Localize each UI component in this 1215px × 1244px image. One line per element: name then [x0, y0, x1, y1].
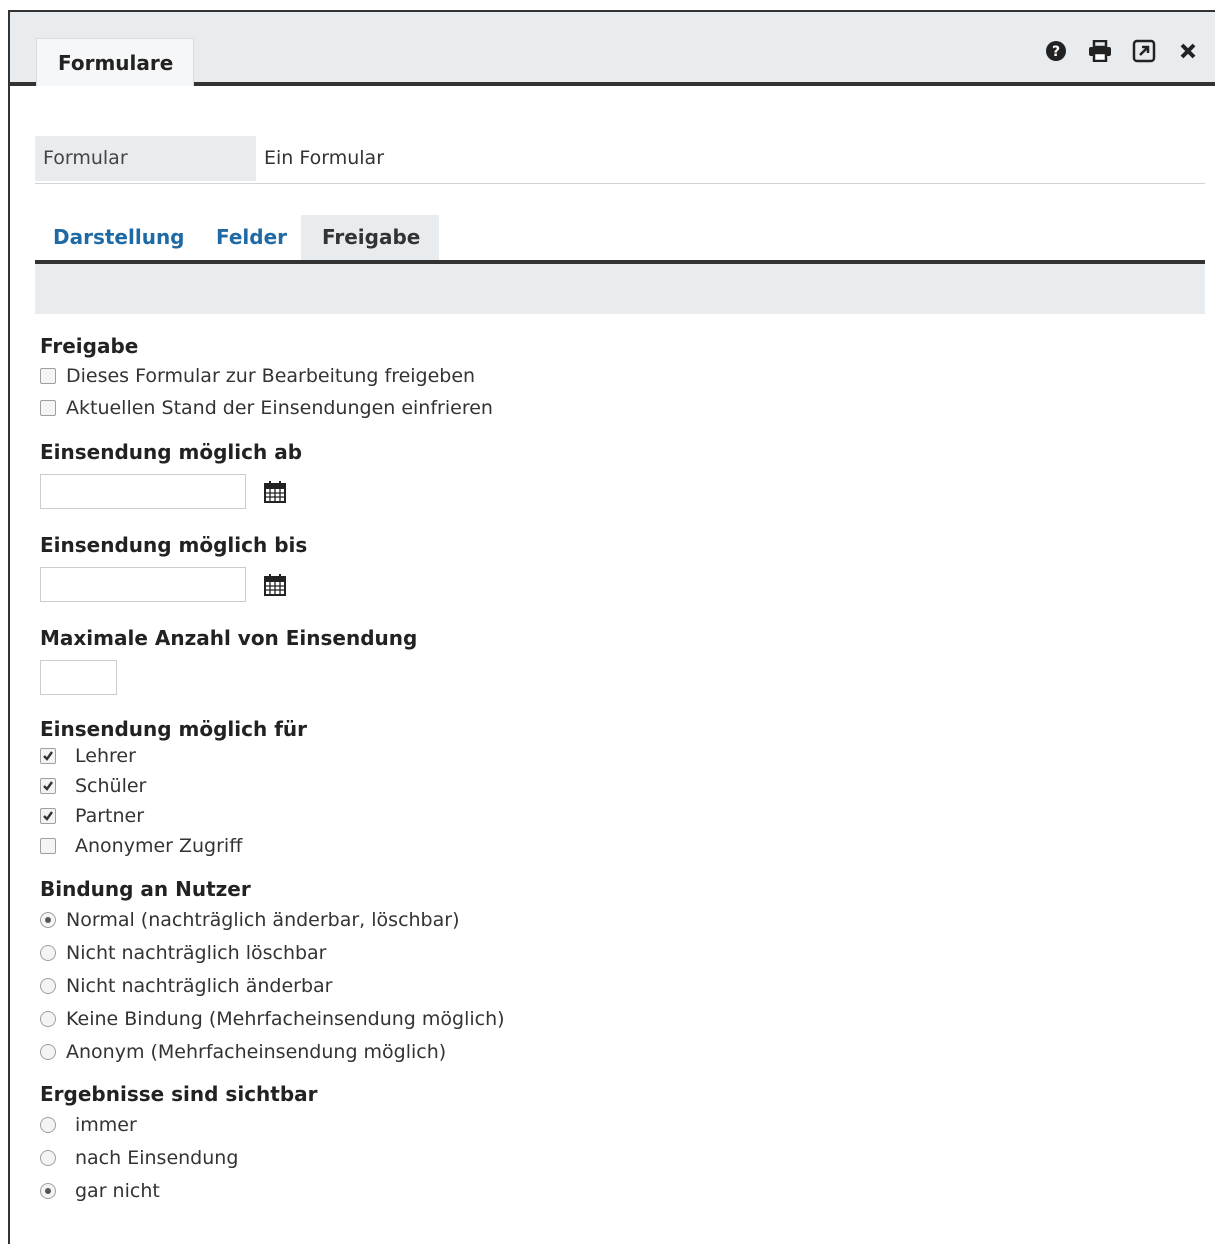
print-icon[interactable] — [1085, 38, 1115, 64]
option-label: Normal (nachträglich änderbar, löschbar) — [66, 908, 460, 931]
section-freigabe: Freigabe Dieses Formular zur Bearbeitung… — [35, 334, 1205, 424]
window-actions: ? — [1041, 38, 1203, 64]
tab-freigabe[interactable]: Freigabe — [301, 215, 439, 260]
option-label: Schüler — [75, 775, 147, 797]
binding-none-radio[interactable] — [40, 1010, 56, 1027]
form-content: Formular Ein Formular Darstellung Felder… — [35, 136, 1205, 1207]
option-results-after-submission[interactable]: nach Einsendung — [40, 1141, 1205, 1174]
lehrer-checkbox[interactable] — [40, 748, 56, 764]
formulare-window: Formulare ? Formular Ein Formular Darste… — [8, 10, 1215, 1244]
tab-darstellung[interactable]: Darstellung — [53, 215, 185, 260]
option-schueler[interactable]: Schüler — [40, 771, 1205, 801]
section-title-audience: Einsendung möglich für — [40, 717, 308, 741]
help-icon[interactable]: ? — [1041, 38, 1071, 64]
until-date-input[interactable] — [40, 567, 246, 602]
form-name-value: Ein Formular — [264, 147, 385, 169]
checkmark-icon — [43, 781, 53, 791]
binding-anonymous-radio[interactable] — [40, 1043, 56, 1060]
option-label: nach Einsendung — [75, 1146, 239, 1169]
option-label: Aktuellen Stand der Einsendungen einfrie… — [66, 397, 493, 419]
section-audience: Einsendung möglich für Lehrer Schüler Pa… — [35, 717, 1205, 861]
section-from: Einsendung möglich ab — [35, 440, 1205, 509]
section-title-binding: Bindung an Nutzer — [40, 877, 251, 901]
schueler-checkbox[interactable] — [40, 778, 56, 794]
from-date-row — [40, 474, 1205, 509]
from-date-input[interactable] — [40, 474, 246, 509]
option-label: Keine Bindung (Mehrfacheinsendung möglic… — [66, 1007, 505, 1030]
release-checkbox[interactable] — [40, 368, 56, 384]
results-after-submission-radio[interactable] — [40, 1149, 56, 1166]
option-label: immer — [75, 1113, 137, 1136]
option-label: Partner — [75, 805, 145, 827]
option-lehrer[interactable]: Lehrer — [40, 741, 1205, 771]
option-binding-not-deletable[interactable]: Nicht nachträglich löschbar — [40, 936, 1205, 969]
results-always-radio[interactable] — [40, 1116, 56, 1133]
tab-strip: Darstellung Felder Freigabe — [35, 215, 1205, 264]
option-label: gar nicht — [75, 1179, 160, 1202]
tab-subbar — [35, 264, 1205, 314]
checkmark-icon — [43, 811, 53, 821]
binding-not-deletable-radio[interactable] — [40, 944, 56, 961]
section-until: Einsendung möglich bis — [35, 533, 1205, 602]
checkmark-icon — [43, 751, 53, 761]
radio-selected-dot — [45, 1187, 51, 1194]
partner-checkbox[interactable] — [40, 808, 56, 824]
section-title-results: Ergebnisse sind sichtbar — [40, 1082, 318, 1106]
form-name-label: Formular — [35, 136, 256, 181]
calendar-icon[interactable] — [263, 480, 287, 504]
calendar-icon[interactable] — [263, 573, 287, 597]
binding-not-changeable-radio[interactable] — [40, 977, 56, 994]
option-label: Anonymer Zugriff — [75, 835, 243, 857]
option-results-always[interactable]: immer — [40, 1108, 1205, 1141]
freeze-checkbox[interactable] — [40, 400, 56, 416]
section-title-freigabe: Freigabe — [40, 334, 139, 358]
option-label: Nicht nachträglich löschbar — [66, 941, 327, 964]
title-bar: Formulare ? — [10, 12, 1215, 86]
close-icon[interactable] — [1173, 38, 1203, 64]
option-label: Anonym (Mehrfacheinsendung möglich) — [66, 1040, 447, 1063]
option-binding-none[interactable]: Keine Bindung (Mehrfacheinsendung möglic… — [40, 1002, 1205, 1035]
option-freeze[interactable]: Aktuellen Stand der Einsendungen einfrie… — [40, 392, 1205, 424]
tab-felder[interactable]: Felder — [216, 215, 288, 260]
max-submissions-input[interactable] — [40, 660, 117, 695]
binding-normal-radio[interactable] — [40, 911, 56, 928]
option-binding-normal[interactable]: Normal (nachträglich änderbar, löschbar) — [40, 903, 1205, 936]
option-binding-not-changeable[interactable]: Nicht nachträglich änderbar — [40, 969, 1205, 1002]
option-partner[interactable]: Partner — [40, 801, 1205, 831]
until-date-row — [40, 567, 1205, 602]
option-label: Lehrer — [75, 745, 136, 767]
option-anonymous-access[interactable]: Anonymer Zugriff — [40, 831, 1205, 861]
option-label: Dieses Formular zur Bearbeitung freigebe… — [66, 365, 476, 387]
anonymous-checkbox[interactable] — [40, 838, 56, 854]
section-title-max: Maximale Anzahl von Einsendung — [40, 626, 418, 650]
option-release[interactable]: Dieses Formular zur Bearbeitung freigebe… — [40, 360, 1205, 392]
section-max: Maximale Anzahl von Einsendung — [35, 626, 1205, 695]
option-results-never[interactable]: gar nicht — [40, 1174, 1205, 1207]
external-link-icon[interactable] — [1129, 38, 1159, 64]
section-title-until: Einsendung möglich bis — [40, 533, 308, 557]
results-never-radio[interactable] — [40, 1182, 56, 1199]
form-name-row: Formular Ein Formular — [35, 136, 1205, 184]
radio-selected-dot — [45, 916, 51, 923]
section-title-from: Einsendung möglich ab — [40, 440, 303, 464]
section-binding: Bindung an Nutzer Normal (nachträglich ä… — [35, 877, 1205, 1068]
section-results: Ergebnisse sind sichtbar immer nach Eins… — [35, 1082, 1205, 1207]
option-label: Nicht nachträglich änderbar — [66, 974, 333, 997]
svg-text:?: ? — [1052, 44, 1060, 60]
window-title-tab[interactable]: Formulare — [36, 38, 194, 86]
option-binding-anonymous[interactable]: Anonym (Mehrfacheinsendung möglich) — [40, 1035, 1205, 1068]
